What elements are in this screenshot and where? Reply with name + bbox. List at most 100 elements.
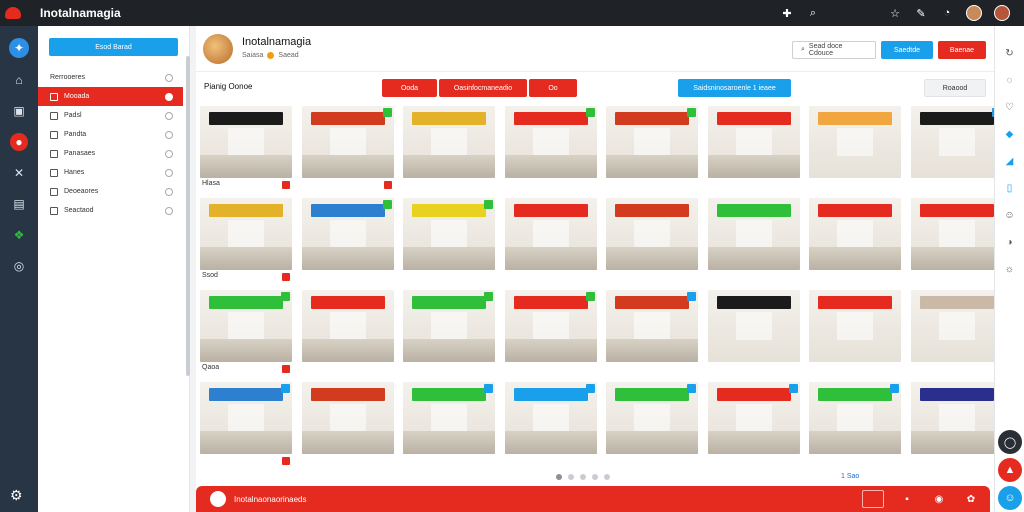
flag-icon[interactable]: ◢ [1003,154,1017,168]
tile-badge-icon[interactable] [281,292,290,301]
image-tile[interactable] [606,382,698,468]
image-tile[interactable] [403,290,495,376]
tile-badge-icon[interactable] [789,384,798,393]
nav-item-toggle-icon[interactable] [165,187,173,196]
pager-dot[interactable] [592,474,598,480]
account-avatar[interactable] [994,5,1010,21]
nav-item[interactable]: Deoeaores [38,182,183,201]
smile-icon[interactable]: ☺ [1003,208,1017,222]
image-tile[interactable]: Ssod [200,198,292,284]
nav-item[interactable]: Seactaod [38,201,183,220]
monitor-icon[interactable]: ▤ [10,195,28,213]
nav-item[interactable]: Padsl [38,106,183,125]
tile-badge-icon[interactable] [484,384,493,393]
tile-badge-icon[interactable] [687,292,696,301]
tile-badge-icon[interactable] [586,384,595,393]
bell-icon[interactable]: ◔ [940,6,954,20]
pager-dot[interactable] [604,474,610,480]
image-tile[interactable] [911,290,1003,376]
image-tile[interactable] [809,106,901,192]
nav-item-toggle-icon[interactable] [165,111,173,120]
image-tile[interactable] [302,198,394,284]
image-tile[interactable] [708,106,800,192]
image-tile[interactable] [606,290,698,376]
tile-badge-icon[interactable] [687,384,696,393]
image-tile[interactable] [911,106,1003,192]
tile-flag-icon[interactable] [282,181,290,189]
package-icon[interactable]: ▣ [10,102,28,120]
tile-flag-icon[interactable] [282,457,290,465]
image-tile[interactable] [708,382,800,468]
tile-flag-icon[interactable] [384,181,392,189]
image-tile[interactable]: Qaoa [200,290,292,376]
chat-icon[interactable]: ◑ [1003,235,1017,249]
record-icon[interactable]: ● [10,133,28,151]
image-tile[interactable] [302,382,394,468]
user-avatar[interactable] [966,5,982,21]
search-button[interactable]: ⌕ Sead doce Cdouce [792,41,876,59]
search-icon[interactable]: ⌕ [806,6,820,20]
heart-icon[interactable]: ♡ [1003,100,1017,114]
leaf-icon[interactable]: ❖ [10,226,28,244]
idea-icon[interactable]: ☼ [1003,262,1017,276]
reload-button[interactable]: Roaood [924,79,986,97]
image-tile[interactable] [302,290,394,376]
nav-item[interactable]: Panasaes [38,144,183,163]
filter-button-2[interactable]: Oasinfocmaneadio [439,79,527,97]
puzzle-icon[interactable]: ✚ [780,6,794,20]
square-icon[interactable] [862,490,884,508]
save-icon[interactable]: ▪ [898,490,916,508]
chat-fab-icon[interactable]: ◯ [998,430,1022,454]
image-tile[interactable] [911,198,1003,284]
filter-button-3[interactable]: Oo [529,79,577,97]
red-action-button[interactable]: Baenae [938,41,986,59]
nav-item-toggle-icon[interactable] [165,92,173,101]
nav-item[interactable]: Hanes [38,163,183,182]
settings-icon[interactable]: ✿ [962,490,980,508]
nav-primary-button[interactable]: Esod Barad [49,38,178,56]
image-tile[interactable] [403,198,495,284]
image-tile[interactable] [809,382,901,468]
image-tile[interactable] [403,106,495,192]
tag-icon[interactable]: ◆ [1003,127,1017,141]
nav-item[interactable]: Pandta [38,125,183,144]
tile-badge-icon[interactable] [586,108,595,117]
nav-item-toggle-icon[interactable] [165,149,173,158]
home-icon[interactable]: ⌂ [10,71,28,89]
image-tile[interactable] [809,290,901,376]
compass-icon[interactable]: ✦ [9,38,29,58]
nav-item-toggle-icon[interactable] [165,206,173,215]
chart-icon[interactable]: ✕ [10,164,28,182]
nav-item[interactable]: Mooada [38,87,183,106]
image-tile[interactable] [505,106,597,192]
tile-badge-icon[interactable] [586,292,595,301]
star-icon[interactable]: ☆ [888,6,902,20]
tile-badge-icon[interactable] [484,200,493,209]
image-tile[interactable] [505,198,597,284]
tile-flag-icon[interactable] [282,273,290,281]
tile-badge-icon[interactable] [383,200,392,209]
tile-badge-icon[interactable] [484,292,493,301]
gamepad-icon[interactable]: ◎ [10,257,28,275]
rotate-icon[interactable]: ↻ [1003,46,1017,60]
app-logo[interactable] [0,0,26,26]
tile-badge-icon[interactable] [687,108,696,117]
image-tile[interactable] [606,106,698,192]
nav-item-toggle-icon[interactable] [165,73,173,82]
image-tile[interactable] [911,382,1003,468]
nav-item-toggle-icon[interactable] [165,130,173,139]
tile-badge-icon[interactable] [890,384,899,393]
image-tile[interactable]: Hlasa [200,106,292,192]
image-tile[interactable] [606,198,698,284]
nav-item-toggle-icon[interactable] [165,168,173,177]
pager-dot[interactable] [568,474,574,480]
nav-item[interactable]: Rerrooeres [38,68,183,87]
image-tile[interactable] [302,106,394,192]
image-tile[interactable] [708,290,800,376]
tile-badge-icon[interactable] [383,108,392,117]
image-tile[interactable] [505,290,597,376]
page-info[interactable]: 1 Sao [841,473,859,480]
image-tile[interactable] [200,382,292,468]
image-tile[interactable] [403,382,495,468]
edit-icon[interactable]: ✎ [914,6,928,20]
